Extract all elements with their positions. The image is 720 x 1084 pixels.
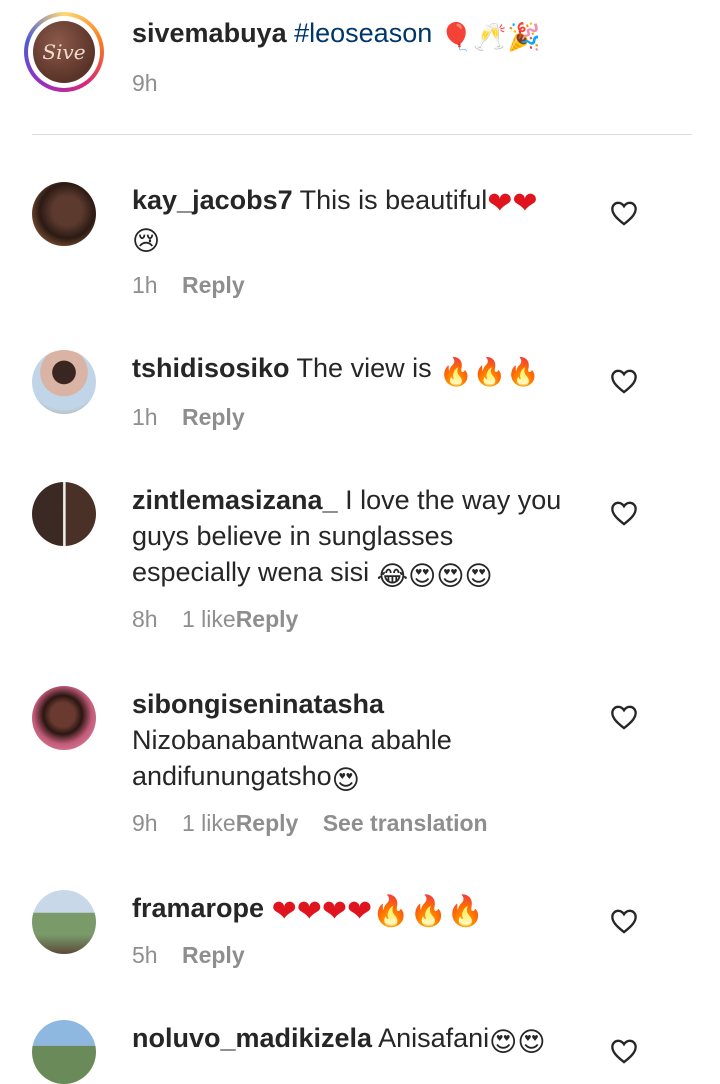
reply-button[interactable]: Reply [182, 272, 245, 299]
comment-text: noluvo_madikizela Anisafani😍😍 [132, 1020, 572, 1061]
heart-emojis: ❤❤ [487, 186, 538, 221]
caption-username[interactable]: sivemabuya [132, 18, 287, 48]
comment-timestamp: 1h [132, 404, 158, 430]
avatar[interactable] [32, 482, 96, 546]
like-count[interactable]: 1 like [182, 810, 236, 837]
comment-text: sibongiseninatasha Nizobanabantwana abah… [132, 686, 572, 799]
comment-timestamp: 8h [132, 606, 158, 632]
comment-meta: 9h 1 likeReply See translation [132, 810, 488, 837]
comment-username[interactable]: zintlemasizana_ [132, 485, 338, 515]
heart-eyes-emojis: 😍😍 [489, 1027, 546, 1058]
divider [32, 134, 692, 135]
avatar[interactable] [32, 182, 96, 246]
comment-username[interactable]: noluvo_madikizela [132, 1023, 372, 1053]
emoji-group: ❤❤❤❤🔥🔥🔥 [271, 894, 485, 929]
comment-meta: 1h Reply [132, 272, 245, 299]
caption-text: sivemabuya #leoseason 🎈🥂🎉 [132, 18, 541, 53]
like-heart-icon[interactable] [610, 200, 638, 226]
like-heart-icon[interactable] [610, 908, 638, 934]
comment-username[interactable]: tshidisosiko [132, 353, 290, 383]
heart-eyes-emoji: 😍 [331, 765, 360, 796]
avatar[interactable] [32, 350, 96, 414]
caption-timestamp: 9h [132, 70, 158, 96]
comment-meta: 1h Reply [132, 404, 245, 431]
like-heart-icon[interactable] [610, 704, 638, 730]
comment-username[interactable]: sibongiseninatasha [132, 689, 384, 719]
comment-timestamp: 9h [132, 810, 158, 836]
comment-username[interactable]: kay_jacobs7 [132, 185, 293, 215]
reply-button[interactable]: Reply [182, 404, 245, 431]
fire-emojis: 🔥🔥🔥 [439, 357, 540, 388]
comment-timestamp: 1h [132, 272, 158, 298]
comment-text: zintlemasizana_ I love the way you guys … [132, 482, 572, 595]
comment-text: framarope ❤❤❤❤🔥🔥🔥 [132, 890, 572, 927]
like-heart-icon[interactable] [610, 1038, 638, 1064]
caption-hashtag[interactable]: #leoseason [294, 18, 432, 48]
avatar[interactable] [32, 686, 96, 750]
comment-text: kay_jacobs7 This is beautiful❤❤ 😢 [132, 182, 582, 260]
avatar[interactable] [32, 890, 96, 954]
post-caption: Sive sivemabuya #leoseason 🎈🥂🎉 9h [0, 0, 720, 136]
story-ring[interactable]: Sive [24, 12, 104, 92]
reply-button[interactable]: Reply [236, 606, 299, 633]
reply-button[interactable]: Reply [236, 810, 299, 837]
reply-button[interactable]: Reply [182, 942, 245, 969]
comment-meta: 8h 1 likeReply [132, 606, 298, 633]
comment-timestamp: 5h [132, 942, 158, 968]
like-heart-icon[interactable] [610, 500, 638, 526]
comment-username[interactable]: framarope [132, 893, 264, 923]
comment-meta: 5h Reply [132, 942, 245, 969]
like-count[interactable]: 1 like [182, 606, 236, 633]
comment-text: tshidisosiko The view is 🔥🔥🔥 [132, 350, 572, 391]
see-translation-button[interactable]: See translation [323, 810, 488, 837]
like-heart-icon[interactable] [610, 368, 638, 394]
caption-emojis: 🎈🥂🎉 [439, 22, 541, 53]
crying-emoji: 😢 [132, 226, 161, 257]
avatar: Sive [33, 21, 95, 83]
avatar[interactable] [32, 1020, 96, 1084]
emoji-group: 😂😍😍😍 [376, 561, 493, 592]
